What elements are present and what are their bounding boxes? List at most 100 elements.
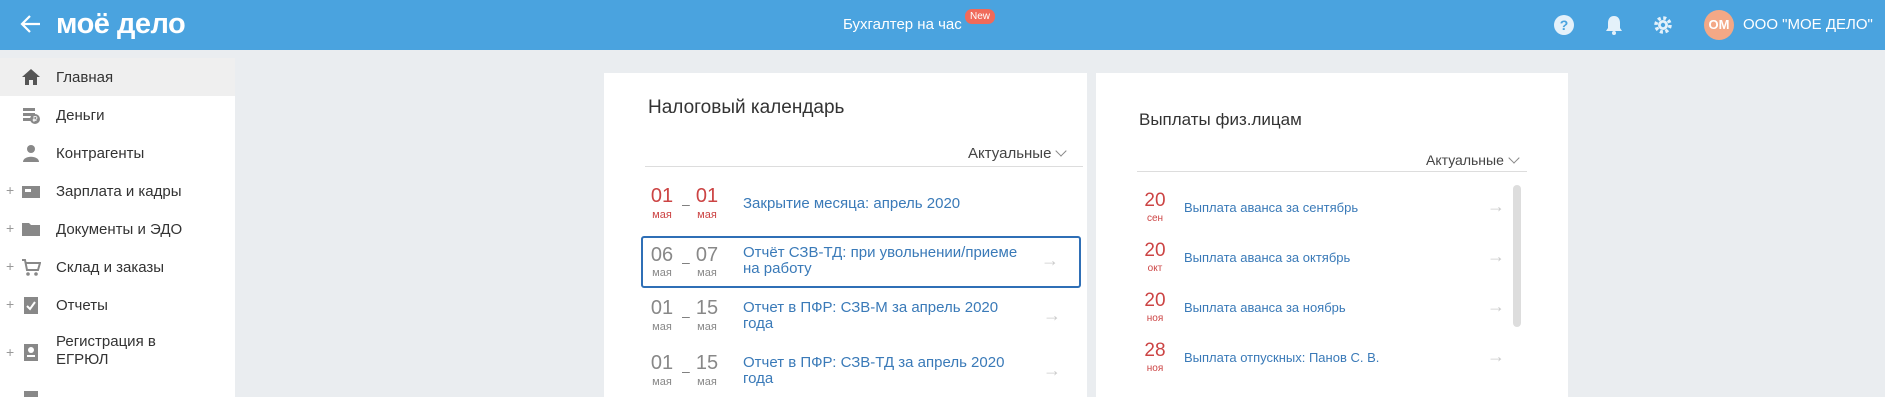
payment-day: 28 (1144, 340, 1166, 361)
payment-row[interactable]: 28 ноя Выплата отпускных: Панов С. В. → (1137, 338, 1527, 388)
svg-text:₽: ₽ (32, 115, 37, 124)
payments-scrollbar[interactable] (1513, 185, 1521, 327)
payments-card: Выплаты физ.лицам Актуальные 20 сен Выпл… (1096, 73, 1568, 397)
chevron-down-icon (1508, 152, 1520, 164)
bell-icon[interactable] (1602, 13, 1626, 37)
payment-day: 20 (1144, 190, 1166, 211)
payment-day: 20 (1144, 240, 1166, 261)
registration-icon (24, 344, 38, 361)
home-icon (22, 69, 40, 85)
expand-icon[interactable]: + (6, 220, 14, 236)
sidebar-item-registration[interactable]: + Регистрация в ЕГРЮЛ (0, 324, 235, 380)
date-dash: – (682, 363, 690, 379)
date-from-day: 01 (650, 352, 674, 374)
org-name[interactable]: ООО "МОЕ ДЕЛО" (1743, 16, 1873, 33)
new-badge: New (965, 9, 996, 24)
tax-row-text[interactable]: Отчет в ПФР: СЗВ-ТД за апрель 2020 года (743, 355, 1013, 387)
arrow-right-icon[interactable]: → (1043, 360, 1061, 381)
date-to-day: 01 (695, 185, 719, 207)
payment-text[interactable]: Выплата отпускных: Панов С. В. (1184, 350, 1379, 365)
date-from-month: мая (652, 267, 672, 279)
tax-row-text[interactable]: Отчёт СЗВ-ТД: при увольнении/приеме на р… (743, 245, 1023, 277)
date-to-day: 15 (695, 352, 719, 374)
sidebar-item-home[interactable]: Главная (0, 58, 235, 96)
payment-month: ноя (1146, 313, 1164, 324)
arrow-right-icon[interactable]: → (1487, 196, 1505, 217)
tax-row[interactable]: 01 мая – 15 мая Отчет в ПФР: СЗВ-М за ап… (645, 292, 1083, 344)
payment-text[interactable]: Выплата аванса за ноябрь (1184, 300, 1346, 315)
sidebar-item-documents[interactable]: + Документы и ЭДО (0, 210, 235, 248)
warehouse-icon (22, 259, 41, 276)
money-icon: ₽ (23, 108, 40, 124)
card-title: Налоговый календарь (648, 97, 845, 118)
date-to-month: мая (697, 209, 717, 221)
salary-icon (22, 186, 40, 198)
payment-text[interactable]: Выплата аванса за сентябрь (1184, 200, 1358, 215)
svg-text:?: ? (1560, 17, 1569, 33)
sidebar: Главная ₽ Деньги Контрагенты + Зарплата … (0, 58, 235, 397)
expand-icon[interactable]: + (6, 258, 14, 274)
sidebar-item-label: Регистрация в ЕГРЮЛ (56, 333, 156, 368)
divider (645, 166, 1083, 167)
documents-icon (22, 223, 40, 236)
sidebar-item-warehouse[interactable]: + Склад и заказы (0, 248, 235, 286)
top-bar: моё дело Бухгалтер на час New ? ОМ ООО "… (0, 0, 1885, 50)
tax-row-text[interactable]: Закрытие месяца: апрель 2020 (743, 196, 1033, 212)
arrow-right-icon[interactable]: → (1041, 250, 1059, 271)
payment-day: 20 (1144, 290, 1166, 311)
tax-row-text[interactable]: Отчет в ПФР: СЗВ-М за апрель 2020 года (743, 300, 1013, 332)
expand-icon[interactable]: + (6, 296, 14, 312)
arrow-right-icon[interactable]: → (1487, 346, 1505, 367)
back-arrow-icon[interactable] (18, 11, 44, 37)
date-dash: – (682, 254, 690, 270)
date-to-month: мая (697, 267, 717, 279)
filter-label: Актуальные (1426, 152, 1504, 168)
partial-icon (24, 391, 38, 397)
tax-filter-dropdown[interactable]: Актуальные (968, 145, 1068, 162)
date-to-month: мая (697, 321, 717, 333)
arrow-right-icon[interactable]: → (1043, 305, 1061, 326)
contractors-icon (23, 145, 39, 162)
date-from-month: мая (652, 321, 672, 333)
payment-row[interactable]: 20 сен Выплата аванса за сентябрь → (1137, 188, 1527, 238)
gear-icon[interactable] (1651, 13, 1675, 37)
sidebar-item-label: Отчеты (56, 297, 108, 314)
arrow-right-icon[interactable]: → (1487, 246, 1505, 267)
date-to-day: 15 (695, 297, 719, 319)
sidebar-item-partial[interactable] (0, 388, 235, 397)
sidebar-item-contractors[interactable]: Контрагенты (0, 134, 235, 172)
sidebar-item-money[interactable]: ₽ Деньги (0, 96, 235, 134)
logo[interactable]: моё дело (56, 8, 186, 41)
tax-calendar-card: Налоговый календарь Актуальные 01 мая – … (604, 73, 1087, 397)
sidebar-item-reports[interactable]: + Отчеты (0, 286, 235, 324)
tax-row[interactable]: 01 мая – 15 мая Отчет в ПФР: СЗВ-ТД за а… (645, 347, 1083, 397)
sidebar-item-label: Деньги (56, 107, 105, 124)
sidebar-item-label: Склад и заказы (56, 259, 165, 276)
sidebar-item-label: Зарплата и кадры (56, 183, 182, 200)
tax-row-selected[interactable]: 06 мая – 07 мая Отчёт СЗВ-ТД: при увольн… (641, 236, 1081, 288)
tax-row[interactable]: 01 мая – 01 мая Закрытие месяца: апрель … (645, 182, 1083, 234)
card-title: Выплаты физ.лицам (1139, 110, 1302, 129)
payments-filter-dropdown[interactable]: Актуальные (1426, 152, 1520, 168)
reports-icon (24, 297, 38, 314)
accountant-per-hour-link[interactable]: Бухгалтер на час (843, 16, 962, 33)
date-dash: – (682, 308, 690, 324)
expand-icon[interactable]: + (6, 344, 14, 360)
avatar[interactable]: ОМ (1704, 10, 1734, 40)
payment-text[interactable]: Выплата аванса за октябрь (1184, 250, 1350, 265)
date-from-day: 01 (650, 297, 674, 319)
chevron-down-icon (1055, 145, 1068, 157)
sidebar-item-label: Контрагенты (56, 145, 145, 162)
payment-row[interactable]: 20 окт Выплата аванса за октябрь → (1137, 238, 1527, 288)
sidebar-item-salary[interactable]: + Зарплата и кадры (0, 172, 235, 210)
sidebar-item-label: Главная (56, 69, 114, 86)
arrow-right-icon[interactable]: → (1487, 296, 1505, 317)
help-icon[interactable]: ? (1552, 13, 1576, 37)
payment-month: окт (1147, 263, 1163, 274)
date-from-day: 01 (650, 185, 674, 207)
expand-icon[interactable]: + (6, 182, 14, 198)
filter-label: Актуальные (968, 145, 1052, 162)
payment-row[interactable]: 20 ноя Выплата аванса за ноябрь → (1137, 288, 1527, 338)
date-dash: – (682, 196, 690, 212)
date-from-day: 06 (650, 244, 674, 266)
